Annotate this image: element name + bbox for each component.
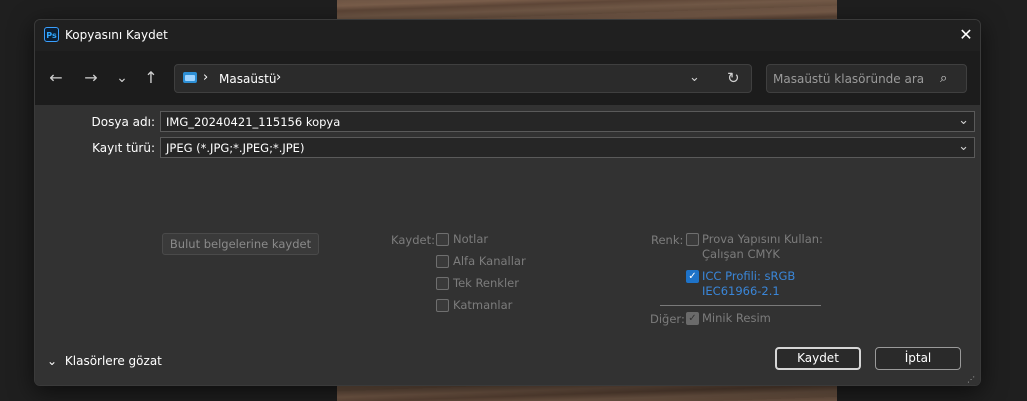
breadcrumb-desktop[interactable]: Masaüstü (219, 72, 276, 86)
spot-colors-label: Tek Renkler (453, 276, 519, 290)
notes-label: Notlar (453, 232, 489, 246)
up-arrow-icon[interactable]: ↑ (139, 67, 163, 89)
chevron-down-icon[interactable]: ⌄ (958, 139, 969, 154)
search-icon[interactable]: ⌕ (940, 71, 947, 86)
spot-colors-checkbox[interactable] (436, 277, 449, 290)
close-icon[interactable]: ✕ (954, 23, 978, 47)
other-group-label: Diğer: (650, 312, 685, 326)
proof-setup-line1: Prova Yapısını Kullan: (702, 232, 823, 246)
icc-profile-line1: ICC Profili: sRGB (702, 269, 796, 283)
alpha-channels-checkbox[interactable] (436, 255, 449, 268)
color-group-label: Renk: (651, 233, 684, 247)
photoshop-icon: Ps (44, 27, 59, 42)
notes-checkbox[interactable] (436, 233, 449, 246)
filename-value: IMG_20240421_115156 kopya (166, 115, 341, 129)
save-to-cloud-button[interactable]: Bulut belgelerine kaydet (162, 233, 319, 255)
icc-profile-checkbox[interactable]: ✓ (686, 270, 699, 283)
browse-folders-label: Klasörlere gözat (64, 354, 162, 368)
save-copy-dialog: Ps Kopyasını Kaydet ✕ ← → ⌄ ↑ › Masaüstü… (34, 19, 981, 386)
filetype-select[interactable]: JPEG (*.JPG;*.JPEG;*.JPE) ⌄ (160, 137, 975, 158)
breadcrumb-chevron-icon[interactable]: › (203, 70, 208, 85)
address-dropdown-icon[interactable]: ⌄ (689, 70, 700, 85)
resize-grip-icon[interactable]: ⋰ (967, 375, 975, 384)
filetype-label: Kayıt türü: (92, 141, 155, 155)
thumbnail-label: Minik Resim (702, 311, 771, 325)
desktop-folder-icon (183, 72, 197, 83)
address-bar[interactable]: › Masaüstü › ⌄ ↻ (174, 64, 752, 93)
back-arrow-icon[interactable]: ← (44, 67, 68, 89)
title-bar: Ps Kopyasını Kaydet ✕ (35, 20, 980, 51)
save-group-label: Kaydet: (391, 233, 435, 247)
thumbnail-checkbox[interactable]: ✓ (686, 312, 699, 325)
icc-profile-label: ICC Profili: sRGB IEC61966-2.1 (702, 269, 795, 299)
filename-field[interactable]: IMG_20240421_115156 kopya ⌄ (160, 111, 975, 132)
chevron-down-icon[interactable]: ⌄ (958, 113, 969, 128)
proof-setup-line2: Çalışan CMYK (702, 247, 780, 261)
navigation-bar: ← → ⌄ ↑ › Masaüstü › ⌄ ↻ Masaüstü klasör… (35, 51, 980, 105)
dialog-title: Kopyasını Kaydet (65, 28, 168, 42)
cancel-button[interactable]: İptal (875, 347, 961, 370)
icc-profile-line2: IEC61966-2.1 (702, 284, 780, 298)
refresh-icon[interactable]: ↻ (727, 69, 740, 87)
save-button[interactable]: Kaydet (775, 347, 861, 370)
filetype-value: JPEG (*.JPG;*.JPEG;*.JPE) (166, 141, 305, 155)
recent-locations-chevron-icon[interactable]: ⌄ (110, 67, 134, 89)
layers-checkbox[interactable] (436, 299, 449, 312)
forward-arrow-icon[interactable]: → (79, 67, 103, 89)
proof-setup-checkbox[interactable] (686, 233, 699, 246)
breadcrumb-chevron-icon[interactable]: › (276, 70, 281, 85)
dialog-body: Dosya adı: IMG_20240421_115156 kopya ⌄ K… (35, 105, 980, 385)
search-input[interactable]: Masaüstü klasöründe ara (766, 64, 967, 93)
browse-folders-toggle[interactable]: ⌄ Klasörlere gözat (47, 354, 162, 368)
divider (660, 305, 821, 306)
filename-label: Dosya adı: (91, 115, 155, 129)
alpha-channels-label: Alfa Kanallar (453, 254, 526, 268)
layers-label: Katmanlar (453, 298, 513, 312)
proof-setup-label: Prova Yapısını Kullan: Çalışan CMYK (702, 232, 823, 262)
chevron-down-icon: ⌄ (47, 354, 58, 368)
